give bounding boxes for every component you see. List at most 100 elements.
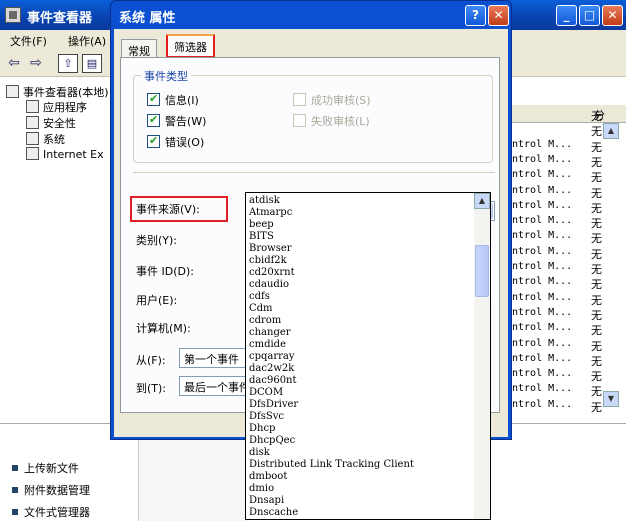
row-category: 无 <box>591 186 602 200</box>
forward-arrow-icon[interactable]: ⇨ <box>26 54 46 73</box>
dropdown-option[interactable]: atdisk <box>249 195 280 207</box>
dropdown-option[interactable]: cdaudio <box>249 279 289 291</box>
tree-item-internet-explorer[interactable]: Internet Ex <box>26 147 104 161</box>
table-row[interactable]: ntrol M... 无 <box>512 185 612 200</box>
minimize-button[interactable]: _ <box>556 5 577 26</box>
from-value: 第一个事件 <box>184 353 239 366</box>
column-header[interactable]: 分 <box>512 105 626 123</box>
dropdown-option[interactable]: DCOM <box>249 387 283 399</box>
log-icon <box>26 132 39 145</box>
table-row[interactable]: ntrol M... 无 <box>512 383 612 398</box>
dropdown-option[interactable]: cdrom <box>249 315 281 327</box>
row-source: ntrol M... <box>512 215 573 227</box>
dropdown-option[interactable]: cd20xrnt <box>249 267 295 279</box>
up-folder-icon[interactable]: ⇧ <box>58 54 78 73</box>
dialog-close-button[interactable]: ✕ <box>488 5 509 26</box>
dropdown-option[interactable]: dmio <box>249 483 274 495</box>
help-button[interactable]: ? <box>465 5 486 26</box>
event-id-label: 事件 ID(D): <box>136 265 194 278</box>
to-value: 最后一个事件 <box>184 381 250 394</box>
row-source: ntrol M... <box>512 261 573 272</box>
row-category: 无 <box>591 278 602 292</box>
table-row[interactable]: ntrol M... 无 <box>512 338 612 353</box>
dropdown-scrollbar[interactable]: ▲ <box>474 193 490 519</box>
success-audit-checkbox[interactable] <box>293 93 306 106</box>
menu-file[interactable]: 文件(F) <box>10 33 47 49</box>
dropdown-option[interactable]: DfsDriver <box>249 399 298 411</box>
row-source: ntrol M... <box>512 352 573 364</box>
event-source-dropdown-list[interactable]: atdisk Atmarpc beep BITS Browser cbidf2k cd20x… <box>245 192 491 520</box>
divider <box>133 172 495 173</box>
row-category: 无 <box>591 140 602 154</box>
row-category: 无 <box>591 339 602 353</box>
show-tree-icon[interactable]: ▤ <box>82 54 102 73</box>
table-row[interactable]: ntrol M... 无 <box>512 261 612 276</box>
dropdown-option[interactable]: cdfs <box>249 291 270 303</box>
table-row[interactable]: ntrol M... 无 <box>512 154 612 169</box>
table-row[interactable]: ntrol M... 无 <box>512 292 612 307</box>
dropdown-option[interactable]: disk <box>249 447 270 459</box>
table-row[interactable]: ntrol M... 无 <box>512 352 612 368</box>
dropdown-option[interactable]: dac2w2k <box>249 363 294 375</box>
dropdown-option[interactable]: DhcpQec <box>249 435 295 447</box>
scroll-thumb[interactable] <box>475 245 489 297</box>
table-row[interactable]: ntrol M... 无 <box>512 215 612 230</box>
dropdown-option[interactable]: Dhcp <box>249 423 275 435</box>
dropdown-option[interactable]: cbidf2k <box>249 255 287 267</box>
table-row[interactable]: ntrol M... 无 <box>512 276 612 291</box>
tree-item-system[interactable]: 系统 <box>26 131 65 147</box>
dropdown-option[interactable]: dac960nt <box>249 375 297 387</box>
table-row[interactable]: ntrol M... 无 <box>512 368 612 383</box>
scroll-up-icon[interactable]: ▲ <box>474 193 490 209</box>
back-arrow-icon[interactable]: ⇦ <box>4 54 24 73</box>
dropdown-option[interactable]: Distributed Link Tracking Client <box>249 459 414 471</box>
scroll-up-icon[interactable]: ▲ <box>603 123 619 139</box>
row-category: 无 <box>591 293 602 307</box>
list-item[interactable]: 附件数据管理 <box>12 482 90 498</box>
table-row[interactable]: ntrol M... 无 <box>512 322 612 337</box>
dropdown-option[interactable]: changer <box>249 327 291 339</box>
table-row[interactable]: ntrol M... 无 <box>512 246 612 261</box>
row-category: 无 <box>591 217 602 231</box>
table-row[interactable]: ntrol M... 无 <box>512 399 612 414</box>
list-item[interactable]: 文件式管理器 <box>12 504 90 520</box>
dropdown-option[interactable]: Dnsapi <box>249 495 284 507</box>
table-row[interactable]: ntrol M... 无 <box>512 169 612 184</box>
info-label: 信息(I) <box>165 94 199 107</box>
dropdown-option[interactable]: DfsSvc <box>249 411 284 423</box>
tab-filter[interactable]: 筛选器 <box>166 34 215 58</box>
dialog-title: 系统 属性 <box>119 11 176 26</box>
failure-audit-checkbox[interactable] <box>293 114 306 127</box>
dropdown-option[interactable]: dmboot <box>249 471 287 483</box>
group-title: 事件类型 <box>141 68 191 84</box>
error-checkbox[interactable] <box>147 134 160 148</box>
scroll-down-icon[interactable]: ▼ <box>603 391 619 407</box>
event-list: 分 无无 ntrol M... 无 ntrol M... 无 ntrol M... 无 ntr… <box>512 78 626 423</box>
dropdown-option[interactable]: Cdm <box>249 303 273 315</box>
list-item[interactable]: 上传新文件 <box>12 460 79 476</box>
tree-item-root[interactable]: 事件查看器(本地) <box>6 84 109 100</box>
row-category: 无 <box>591 324 602 338</box>
dropdown-option[interactable]: Dnscache <box>249 507 298 519</box>
close-icon[interactable]: ✕ <box>602 5 623 26</box>
tree-item-security[interactable]: 安全性 <box>26 115 76 131</box>
dropdown-option[interactable]: Browser <box>249 243 292 255</box>
table-row[interactable]: ntrol M... 无 <box>512 230 612 245</box>
dropdown-option[interactable]: BITS <box>249 231 274 243</box>
dropdown-option[interactable]: cmdide <box>249 339 286 351</box>
table-row[interactable]: ntrol M... 无 <box>512 307 612 322</box>
info-checkbox[interactable] <box>147 92 160 106</box>
dropdown-option[interactable]: Atmarpc <box>249 207 292 219</box>
table-row[interactable]: ntrol M... 无 <box>512 139 612 154</box>
category-label: 类别(Y): <box>136 234 178 247</box>
warning-checkbox[interactable] <box>147 113 160 127</box>
dropdown-option[interactable]: cpqarray <box>249 351 295 363</box>
menu-action[interactable]: 操作(A) <box>68 33 106 49</box>
row-category: 无 <box>591 370 602 384</box>
maximize-button[interactable]: □ <box>579 5 600 26</box>
row-source: ntrol M... <box>512 383 573 395</box>
table-row[interactable]: ntrol M... 无 <box>512 200 612 215</box>
dropdown-option[interactable]: beep <box>249 219 274 231</box>
tree-item-application[interactable]: 应用程序 <box>26 99 87 115</box>
tab-general[interactable]: 常规 <box>121 39 157 58</box>
